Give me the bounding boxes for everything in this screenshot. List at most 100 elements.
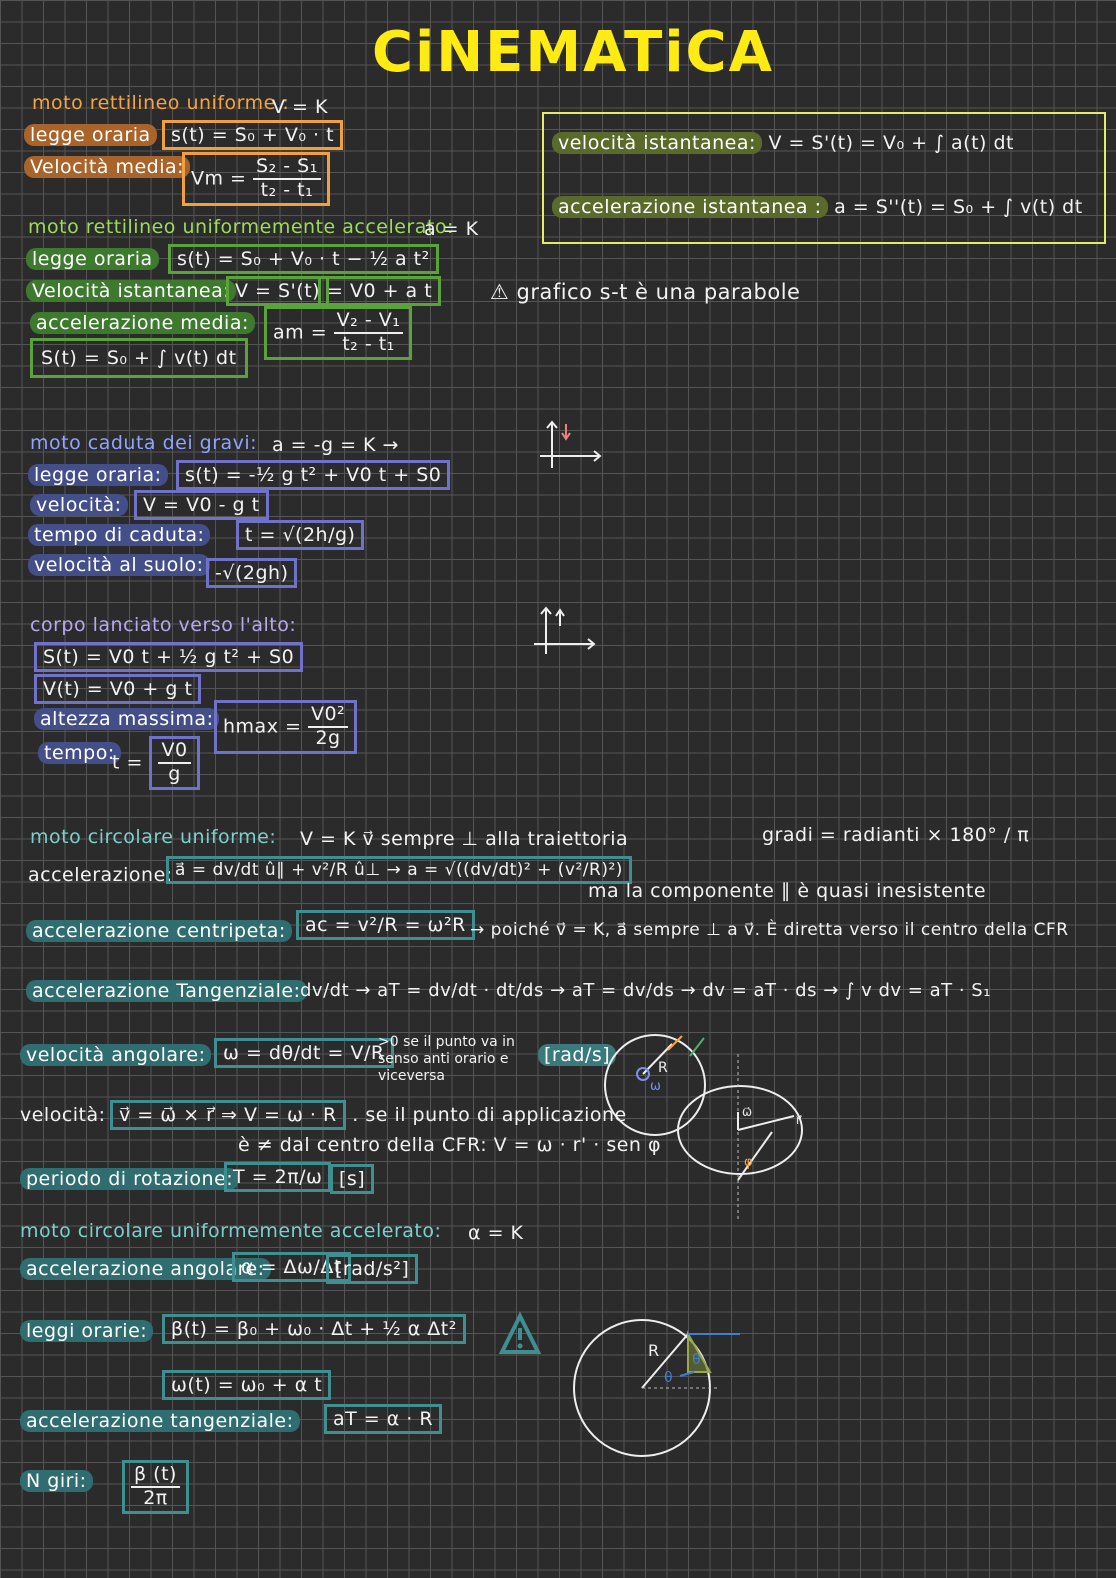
angular-triangle-diagram: R θ θ	[573, 1319, 740, 1457]
sec2-legge-label: legge oraria	[26, 248, 159, 270]
sec4-h-label: altezza massima:	[34, 708, 220, 730]
sec4-h-num: V0²	[307, 703, 349, 728]
sec2-v-label: Velocità istantanea:	[26, 280, 237, 302]
sec3-cond: a = -g = K →	[272, 434, 399, 456]
sec4-t-row: t = V0 g	[112, 736, 200, 790]
sec2-cond: a = K	[424, 218, 479, 240]
sec3-vs-formula: -√(2gh)	[206, 558, 298, 588]
sec1-heading: moto rettilineo uniforme :	[32, 92, 290, 114]
sec4-h-den: 2g	[315, 726, 341, 749]
sec5-acc-formula: a⃗ = dv/dt û∥ + v²/R û⊥ → a = √((dv/dt)²…	[166, 856, 632, 884]
sec2-note: ⚠ grafico s-t è una parabole	[490, 280, 801, 304]
sec5-cond: V = K v⃗ sempre ⊥ alla traiettoria	[300, 828, 629, 850]
sec5-acc-note: ma la componente ∥ è quasi inesistente	[588, 880, 987, 902]
theta-label-2: θ	[692, 1352, 701, 1368]
sec5-w-formula: ω = dθ/dt = V/R	[214, 1038, 394, 1068]
sec5-heading: moto circolare uniforme:	[30, 826, 277, 848]
sec5-T-unit: [s]	[330, 1164, 375, 1194]
sec3-v-label: velocità:	[30, 494, 128, 516]
sec6-at-formula: aT = α · R	[324, 1404, 443, 1434]
sec6-leggi-label: leggi orarie:	[20, 1320, 154, 1342]
vector-ellipse-diagram: ω⃗ r⃗ φ	[677, 1054, 803, 1220]
box-a-row: accelerazione istantanea : a = S''(t) = …	[552, 196, 1083, 218]
sec5-w-label: velocità angolare:	[20, 1044, 212, 1066]
sec4-t-label: tempo:	[38, 742, 121, 764]
sec1-vm-fraction: S₂ - S₁ t₂ - t₁	[253, 155, 321, 202]
sec6-aa-unit: [rad/s²]	[326, 1254, 419, 1284]
box-v-label: velocità istantanea:	[552, 132, 762, 154]
sec1-cond: V = K	[272, 96, 328, 118]
warning-icon	[498, 1311, 542, 1354]
sec6-giri-den: 2π	[143, 1486, 168, 1509]
sec4-t-den: g	[168, 762, 181, 785]
sec3-t-formula: t = √(2h/g)	[236, 520, 365, 550]
phi-label: φ	[744, 1155, 753, 1170]
sec6-w-formula: ω(t) = ω₀ + α t	[162, 1370, 332, 1400]
sec5-acc-label: accelerazione:	[28, 864, 173, 886]
sec5-at-formula: dv/dt → aT = dv/dt · dt/ds → aT = dv/ds …	[300, 980, 991, 1001]
sec3-heading: moto caduta dei gravi:	[30, 432, 258, 454]
sec2-v-formula2: = V0 + a t	[318, 276, 442, 306]
sec1-vm-den: t₂ - t₁	[260, 178, 314, 201]
sec5-w-note: >0 se il punto va in senso anti orario e…	[378, 1034, 515, 1084]
axes-throw-diagram	[534, 606, 596, 654]
sec3-legge-formula: s(t) = -½ g t² + V0 t + S0	[176, 460, 451, 490]
sec4-h-lhs: hmax =	[223, 715, 302, 738]
sec4-v-formula: V(t) = V0 + g t	[34, 674, 202, 704]
axes-fall-diagram	[540, 420, 602, 468]
sec3-v-formula: V = V0 - g t	[134, 490, 269, 520]
sec5-vel-note2: è ≠ dal centro della CFR: V = ω · r' · s…	[238, 1134, 662, 1156]
sec1-legge-label: legge oraria	[24, 124, 157, 146]
sec2-am-num: V₂ - V₁	[333, 309, 404, 334]
sec1-vm-label: Velocità media:	[24, 156, 191, 178]
sec2-v-formula1: V = S'(t)	[226, 276, 330, 306]
sec6-giri-fraction: β (t) 2π	[131, 1463, 180, 1510]
sec6-leggi-formula: β(t) = β₀ + ω₀ · Δt + ½ α Δt²	[162, 1314, 466, 1344]
sec2-am-den: t₂ - t₁	[342, 332, 395, 355]
sec5-at-label: accelerazione Tangenziale:	[26, 980, 307, 1002]
sec2-am-label: accelerazione media:	[30, 312, 255, 334]
sec1-legge-formula: s(t) = S₀ + V₀ · t	[162, 120, 344, 150]
sec5-vel-note: . se il punto di applicazione	[352, 1104, 627, 1126]
sec3-t-label: tempo di caduta:	[28, 524, 211, 546]
r-label: R	[648, 1341, 659, 1360]
box-a-label: accelerazione istantanea :	[552, 196, 828, 218]
omega-label: ω	[650, 1079, 661, 1094]
sec2-am-box: am = V₂ - V₁ t₂ - t₁	[264, 306, 413, 360]
sec4-t-fraction: V0 g	[149, 736, 200, 790]
omega-label: ω⃗	[742, 1105, 752, 1119]
sec5-vel-formula: v⃗ = ω⃗ × r⃗ ⇒ V = ω · R	[110, 1100, 346, 1130]
sec2-am-lhs: am =	[273, 321, 328, 344]
sec1-vm-num: S₂ - S₁	[253, 155, 321, 180]
box-a-formula: a = S''(t) = S₀ + ∫ v(t) dt	[834, 196, 1083, 218]
sec6-giri-label: N giri:	[20, 1470, 93, 1492]
sec5-ac-formula: ac = v²/R = ω²R	[296, 910, 475, 940]
theta-label: θ	[664, 1370, 673, 1386]
sec1-vm-lhs: Vm =	[191, 167, 247, 190]
sec4-h-fraction: V0² 2g	[307, 703, 349, 750]
sec5-ac-note: → poiché v⃗ = K, a⃗ sempre ⊥ a v⃗. È dir…	[470, 920, 1069, 940]
sec3-vs-label: velocità al suolo:	[28, 554, 210, 576]
sec5-vel-label: velocità:	[20, 1104, 106, 1126]
sec6-giri-box: β (t) 2π	[122, 1460, 189, 1514]
sec6-heading: moto circolare uniformemente accelerato:	[20, 1220, 442, 1242]
sec2-heading: moto rettilineo uniformemente accelerato…	[28, 216, 454, 238]
sec5-T-label: periodo di rotazione:	[20, 1168, 240, 1190]
sec6-at-label: accelerazione tangenziale:	[20, 1410, 300, 1432]
sec5-vel-formula-box: v⃗ = ω⃗ × r⃗ ⇒ V = ω · R . se il punto d…	[110, 1100, 627, 1130]
sec2-legge-formula: s(t) = S₀ + V₀ · t − ½ a t²	[168, 244, 439, 274]
sec4-t-lhs: t =	[112, 751, 143, 774]
sec3-legge-label: legge oraria:	[28, 464, 168, 486]
page-title: CiNEMATiCA	[372, 20, 774, 85]
sec5-T-formula: T = 2π/ω	[224, 1162, 332, 1192]
sec2-s-formula: S(t) = S₀ + ∫ v(t) dt	[30, 338, 248, 378]
sec6-giri-num: β (t)	[131, 1463, 180, 1488]
sec4-heading: corpo lanciato verso l'alto:	[30, 614, 297, 636]
r-label: R	[658, 1060, 668, 1076]
sec4-h-box: hmax = V0² 2g	[214, 700, 358, 754]
sec5-ac-label: accelerazione centripeta:	[26, 920, 292, 942]
box-v-formula: V = S'(t) = V₀ + ∫ a(t) dt	[768, 132, 1015, 154]
sec4-t-num: V0	[158, 739, 191, 764]
sec4-s-formula: S(t) = V0 t + ½ g t² + S0	[34, 642, 304, 672]
sec2-am-fraction: V₂ - V₁ t₂ - t₁	[333, 309, 404, 356]
